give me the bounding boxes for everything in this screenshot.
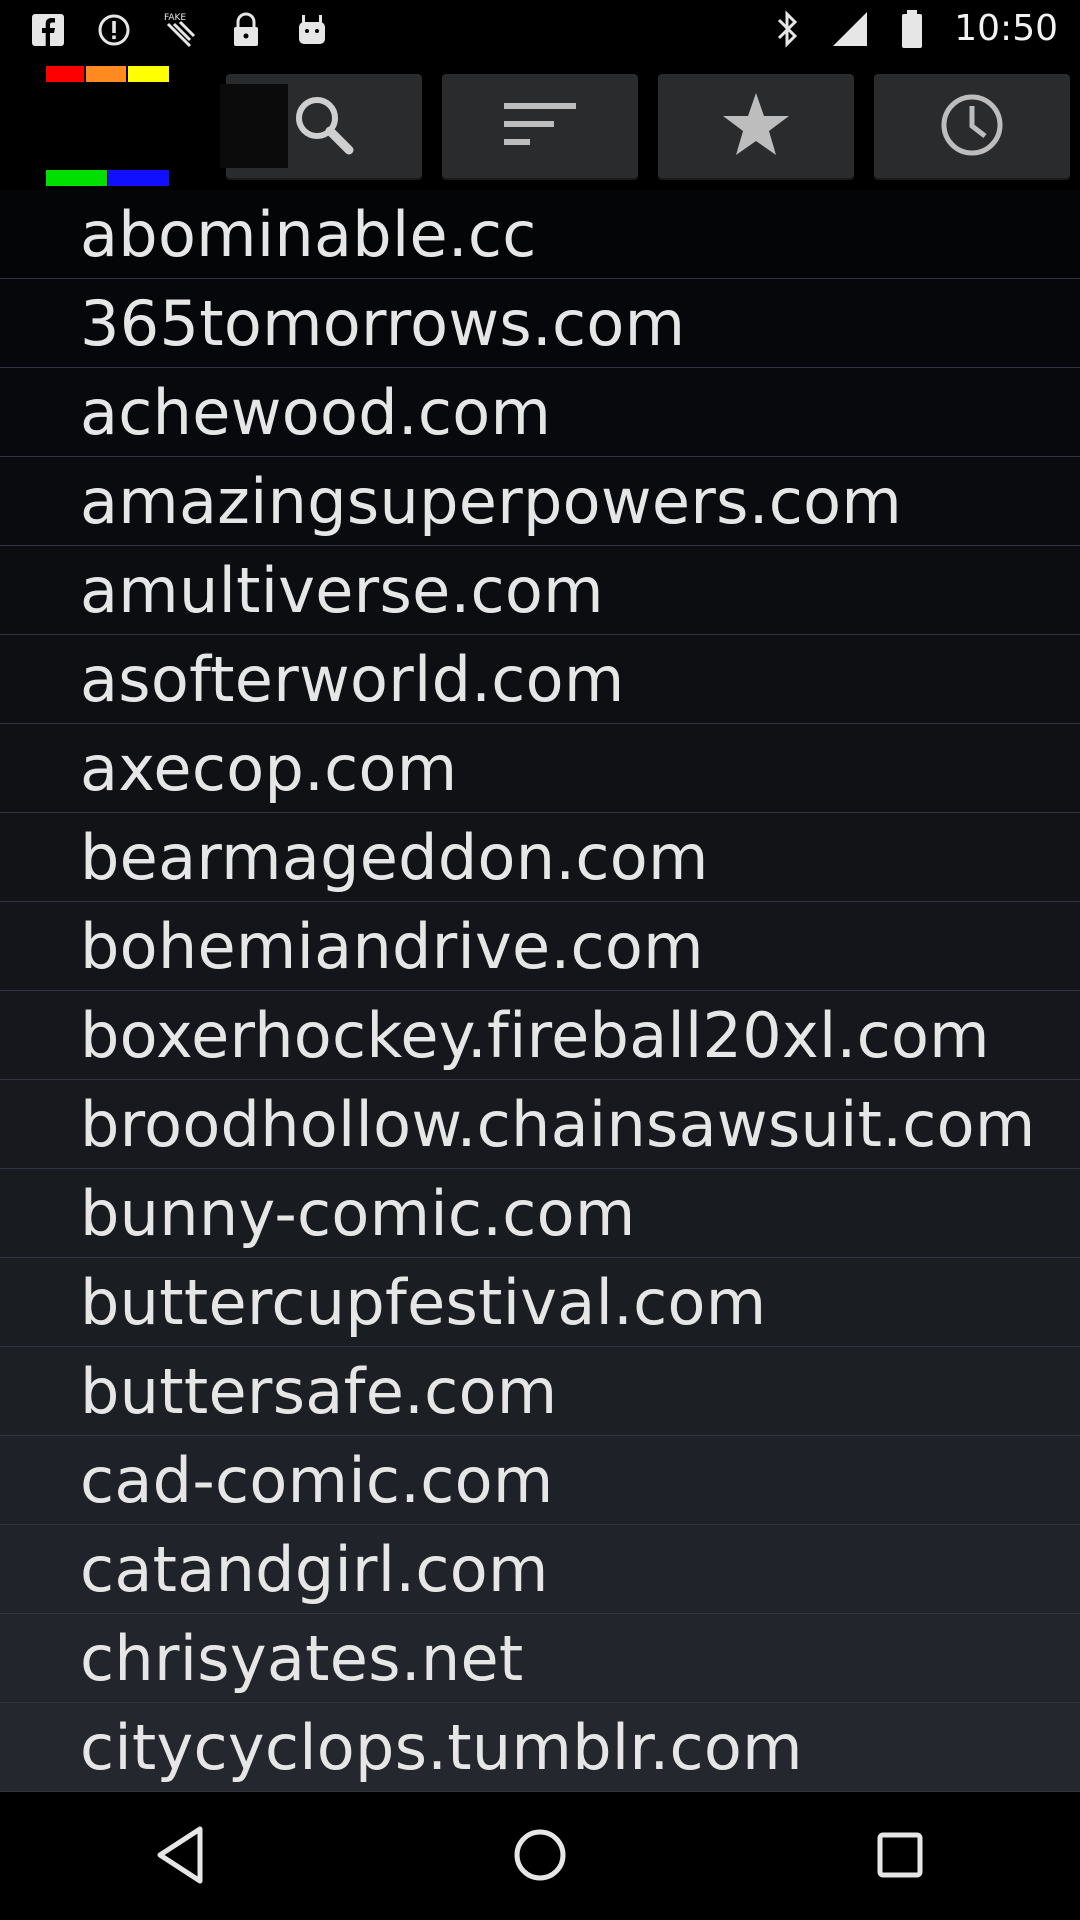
list-item-label: citycyclops.tumblr.com bbox=[80, 1710, 803, 1784]
recents-button[interactable] bbox=[840, 1797, 960, 1917]
list-item-label: 365tomorrows.com bbox=[80, 286, 686, 360]
logo-bar-green bbox=[46, 170, 107, 186]
list-item-label: boxerhockey.fireball20xl.com bbox=[80, 998, 990, 1072]
android-icon bbox=[292, 10, 332, 50]
list-item[interactable]: citycyclops.tumblr.com bbox=[0, 1703, 1080, 1792]
back-icon bbox=[152, 1825, 208, 1889]
clock-icon bbox=[939, 92, 1005, 162]
logo-bar-red bbox=[46, 66, 84, 82]
list-item-label: cad-comic.com bbox=[80, 1443, 554, 1517]
search-icon bbox=[289, 90, 359, 164]
list-item-label: achewood.com bbox=[80, 375, 552, 449]
list-item-label: amazingsuperpowers.com bbox=[80, 464, 903, 538]
list-item[interactable]: buttercupfestival.com bbox=[0, 1258, 1080, 1347]
list-item-label: buttersafe.com bbox=[80, 1354, 558, 1428]
list-item[interactable]: boxerhockey.fireball20xl.com bbox=[0, 991, 1080, 1080]
home-button[interactable] bbox=[480, 1797, 600, 1917]
list-item[interactable]: cad-comic.com bbox=[0, 1436, 1080, 1525]
tab-sort[interactable] bbox=[442, 74, 638, 180]
list-item[interactable]: achewood.com bbox=[0, 368, 1080, 457]
list-item-label: asofterworld.com bbox=[80, 642, 625, 716]
recents-icon bbox=[877, 1832, 923, 1882]
battery-icon bbox=[892, 9, 932, 49]
sort-icon bbox=[502, 99, 578, 155]
list-item-label: bearmageddon.com bbox=[80, 820, 709, 894]
system-nav-bar bbox=[0, 1794, 1080, 1920]
list-item[interactable]: bearmageddon.com bbox=[0, 813, 1080, 902]
alert-icon bbox=[94, 10, 134, 50]
svg-text:FAKE: FAKE bbox=[164, 13, 186, 23]
list-item[interactable]: buttersafe.com bbox=[0, 1347, 1080, 1436]
list-item-label: bunny-comic.com bbox=[80, 1176, 636, 1250]
list-item[interactable]: 365tomorrows.com bbox=[0, 279, 1080, 368]
flask-icon: FAKE bbox=[160, 10, 200, 50]
list-item[interactable]: amultiverse.com bbox=[0, 546, 1080, 635]
search-field[interactable] bbox=[220, 84, 288, 168]
lock-icon bbox=[226, 10, 266, 50]
star-icon bbox=[721, 91, 791, 163]
tab-recent[interactable] bbox=[874, 74, 1070, 180]
tab-favorites[interactable] bbox=[658, 74, 854, 180]
clock: 10:50 bbox=[954, 8, 1058, 49]
list-item-label: buttercupfestival.com bbox=[80, 1265, 767, 1339]
app-logo[interactable] bbox=[0, 62, 225, 190]
list-item-label: bohemiandrive.com bbox=[80, 909, 704, 983]
app-header bbox=[0, 62, 1080, 190]
list-item-label: broodhollow.chainsawsuit.com bbox=[80, 1087, 1036, 1161]
status-bar: FAKE 10:50 bbox=[0, 0, 1080, 62]
list-item[interactable]: asofterworld.com bbox=[0, 635, 1080, 724]
list-item-label: chrisyates.net bbox=[80, 1621, 524, 1695]
list-item-label: abominable.cc bbox=[80, 197, 537, 271]
comic-site-list[interactable]: abominable.cc 365tomorrows.com achewood.… bbox=[0, 190, 1080, 1794]
list-item-label: catandgirl.com bbox=[80, 1532, 549, 1606]
list-item[interactable]: abominable.cc bbox=[0, 190, 1080, 279]
back-button[interactable] bbox=[120, 1797, 240, 1917]
list-item[interactable]: bunny-comic.com bbox=[0, 1169, 1080, 1258]
logo-bar-yellow bbox=[128, 66, 169, 82]
list-item-label: axecop.com bbox=[80, 731, 458, 805]
list-item[interactable]: axecop.com bbox=[0, 724, 1080, 813]
home-icon bbox=[513, 1828, 567, 1886]
list-item[interactable]: catandgirl.com bbox=[0, 1525, 1080, 1614]
tab-search[interactable] bbox=[220, 74, 422, 180]
logo-bar-blue bbox=[108, 170, 169, 186]
list-item-label: amultiverse.com bbox=[80, 553, 604, 627]
list-item[interactable]: broodhollow.chainsawsuit.com bbox=[0, 1080, 1080, 1169]
list-item[interactable]: amazingsuperpowers.com bbox=[0, 457, 1080, 546]
list-item[interactable]: bohemiandrive.com bbox=[0, 902, 1080, 991]
list-item[interactable]: chrisyates.net bbox=[0, 1614, 1080, 1703]
signal-icon bbox=[830, 9, 870, 49]
bluetooth-icon bbox=[768, 9, 808, 49]
logo-bar-orange bbox=[86, 66, 126, 82]
facebook-icon bbox=[28, 10, 68, 50]
